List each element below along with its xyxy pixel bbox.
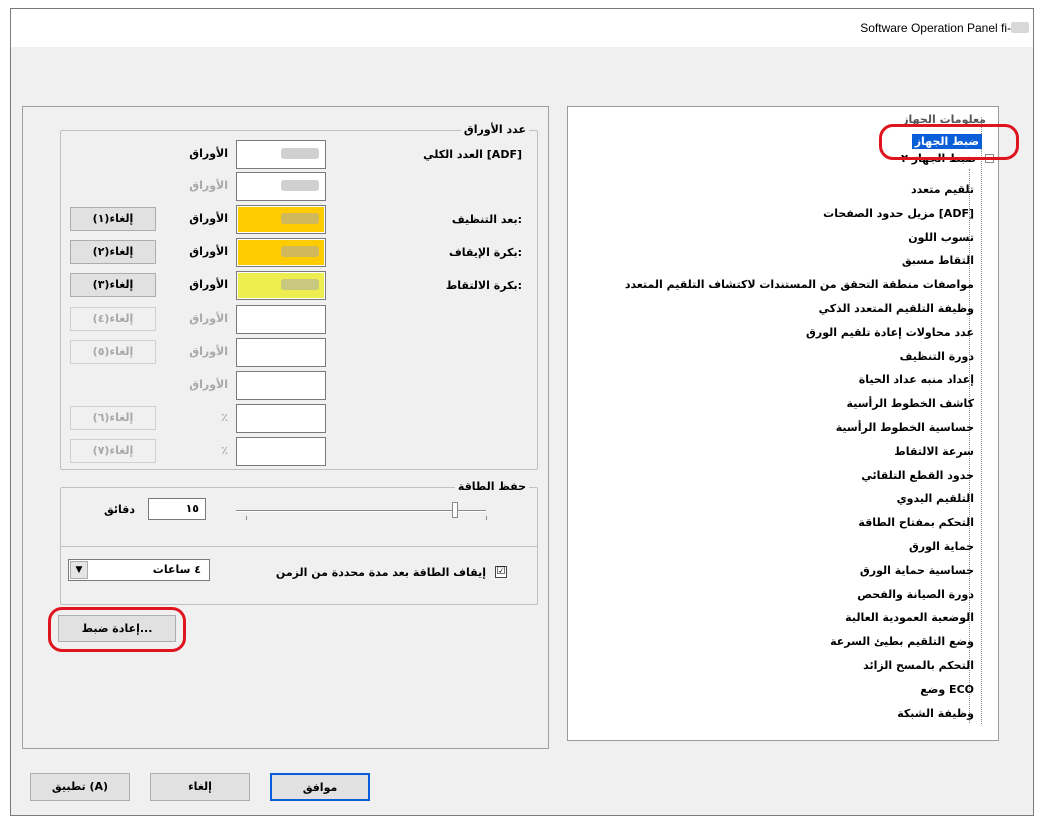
hours-select[interactable]: ٤ ساعات ▼	[68, 559, 210, 581]
redacted-value	[281, 246, 319, 257]
sheet-counter-title: عدد الأوراق	[460, 123, 529, 136]
tree-item[interactable]: تلقيم متعدد	[911, 183, 974, 196]
tree-item[interactable]: حساسية الخطوط الرأسية	[836, 421, 974, 434]
tree-item[interactable]: عدد محاولات إعادة تلقيم الورق	[806, 326, 974, 339]
counter-unit: الأوراق	[189, 278, 228, 291]
highlight-circle-reset	[48, 607, 186, 652]
highlight-circle-tree	[879, 124, 1019, 160]
counter-field	[236, 437, 326, 466]
clear-counter-button[interactable]: إلغاء(٧)	[70, 439, 156, 463]
counter-unit: الأوراق	[189, 378, 228, 391]
power-saving-slider[interactable]	[236, 510, 486, 512]
tree-item[interactable]: إعداد منبه عداد الحياة	[859, 373, 974, 386]
title-bar: Software Operation Panel fi-	[11, 9, 1033, 47]
power-saving-title: حفظ الطاقة	[454, 480, 529, 493]
tree-item[interactable]: سرعة الالتقاط	[894, 445, 974, 458]
counter-unit: الأوراق	[189, 312, 228, 325]
minutes-field[interactable]: ١٥	[148, 498, 206, 520]
tree-item[interactable]: التقاط مسبق	[902, 254, 974, 267]
tree-guide-line	[981, 117, 982, 724]
counter-field	[236, 371, 326, 400]
redacted-value	[281, 148, 319, 159]
counter-field	[236, 172, 326, 201]
tree-item[interactable]: دورة الصيانة والفحص	[857, 588, 974, 601]
auto-off-label: إيقاف الطاقة بعد مدة محددة من الزمن	[275, 566, 486, 579]
counter-field	[236, 271, 326, 300]
tree-item[interactable]: وضع ECO	[920, 683, 974, 696]
redacted-value	[281, 279, 319, 290]
tree-item[interactable]: حماية الورق	[909, 540, 974, 553]
counter-unit: ٪	[221, 444, 228, 457]
clear-counter-button[interactable]: إلغاء(١)	[70, 207, 156, 231]
tree-item[interactable]: كاشف الخطوط الرأسية	[847, 397, 974, 410]
slider-tick	[486, 516, 487, 520]
clear-counter-button[interactable]: إلغاء(٤)	[70, 307, 156, 331]
tree-item[interactable]: تسوب اللون	[908, 231, 974, 244]
counter-field	[236, 305, 326, 334]
clear-counter-button[interactable]: إلغاء(٣)	[70, 273, 156, 297]
counter-unit: ٪	[221, 411, 228, 424]
counter-fill	[238, 439, 324, 464]
clear-counter-button[interactable]: إلغاء(٦)	[70, 406, 156, 430]
tree-item[interactable]: حدود القطع التلقائي	[861, 469, 974, 482]
redacted-value	[281, 180, 319, 191]
tree-item[interactable]: دورة التنظيف	[900, 350, 974, 363]
clear-counter-button[interactable]: إلغاء(٥)	[70, 340, 156, 364]
tree-item[interactable]: مواصفات منطقة التحقق من المستندات لاكتشا…	[625, 278, 974, 291]
counter-unit: الأوراق	[189, 245, 228, 258]
counter-field	[236, 404, 326, 433]
counter-fill	[238, 340, 324, 365]
tree-item[interactable]: مزيل حدود الصفحات [ADF]	[823, 207, 974, 220]
counter-unit: الأوراق	[189, 212, 228, 225]
counter-unit: الأوراق	[189, 147, 228, 160]
counter-fill	[238, 373, 324, 398]
counter-label: العدد الكلي [ADF]	[423, 148, 522, 161]
counter-label: بعد التنظيف:	[451, 213, 522, 226]
hours-value: ٤ ساعات	[152, 563, 201, 576]
counter-label: بكرة الإيقاف:	[448, 246, 522, 259]
tree-item[interactable]: الوضعية العمودية العالية	[845, 611, 974, 624]
tree-item[interactable]: التلقيم اليدوي	[897, 492, 974, 505]
tree-item[interactable]: التحكم بالمسح الزائد	[863, 659, 974, 672]
settings-tree[interactable]: معلومات الجهاز ضبط الجهاز ضبط الجهاز ٢ ت…	[567, 106, 999, 741]
counter-field	[236, 238, 326, 267]
counter-fill	[238, 406, 324, 431]
tree-item[interactable]: وظيفة التلقيم المتعدد الذكي	[819, 302, 974, 315]
tree-item[interactable]: وضع التلقيم بطيئ السرعة	[830, 635, 974, 648]
counter-field	[236, 338, 326, 367]
apply-button[interactable]: تطبيق (A)	[30, 773, 130, 801]
window-title: Software Operation Panel fi-	[860, 21, 1011, 35]
counter-label: بكرة الالتقاط:	[445, 279, 522, 292]
counter-unit: الأوراق	[189, 345, 228, 358]
model-redacted	[1011, 22, 1029, 33]
clear-counter-button[interactable]: إلغاء(٢)	[70, 240, 156, 264]
tree-item[interactable]: وظيفة الشبكة	[897, 707, 974, 720]
slider-thumb[interactable]	[452, 502, 458, 518]
ok-button[interactable]: موافق	[270, 773, 370, 801]
cancel-button[interactable]: إلغاء	[150, 773, 250, 801]
redacted-value	[281, 213, 319, 224]
slider-tick	[246, 516, 247, 520]
counter-unit: الأوراق	[189, 179, 228, 192]
tree-item[interactable]: التحكم بمفتاح الطاقة	[858, 516, 974, 529]
divider	[61, 546, 537, 547]
auto-off-checkbox[interactable]: ☑	[495, 566, 507, 578]
minutes-unit: دقائق	[104, 503, 136, 516]
chevron-down-icon[interactable]: ▼	[70, 561, 88, 579]
counter-field	[236, 140, 326, 169]
counter-fill	[238, 307, 324, 332]
tree-item[interactable]: حساسية حماية الورق	[860, 564, 974, 577]
counter-field	[236, 205, 326, 234]
